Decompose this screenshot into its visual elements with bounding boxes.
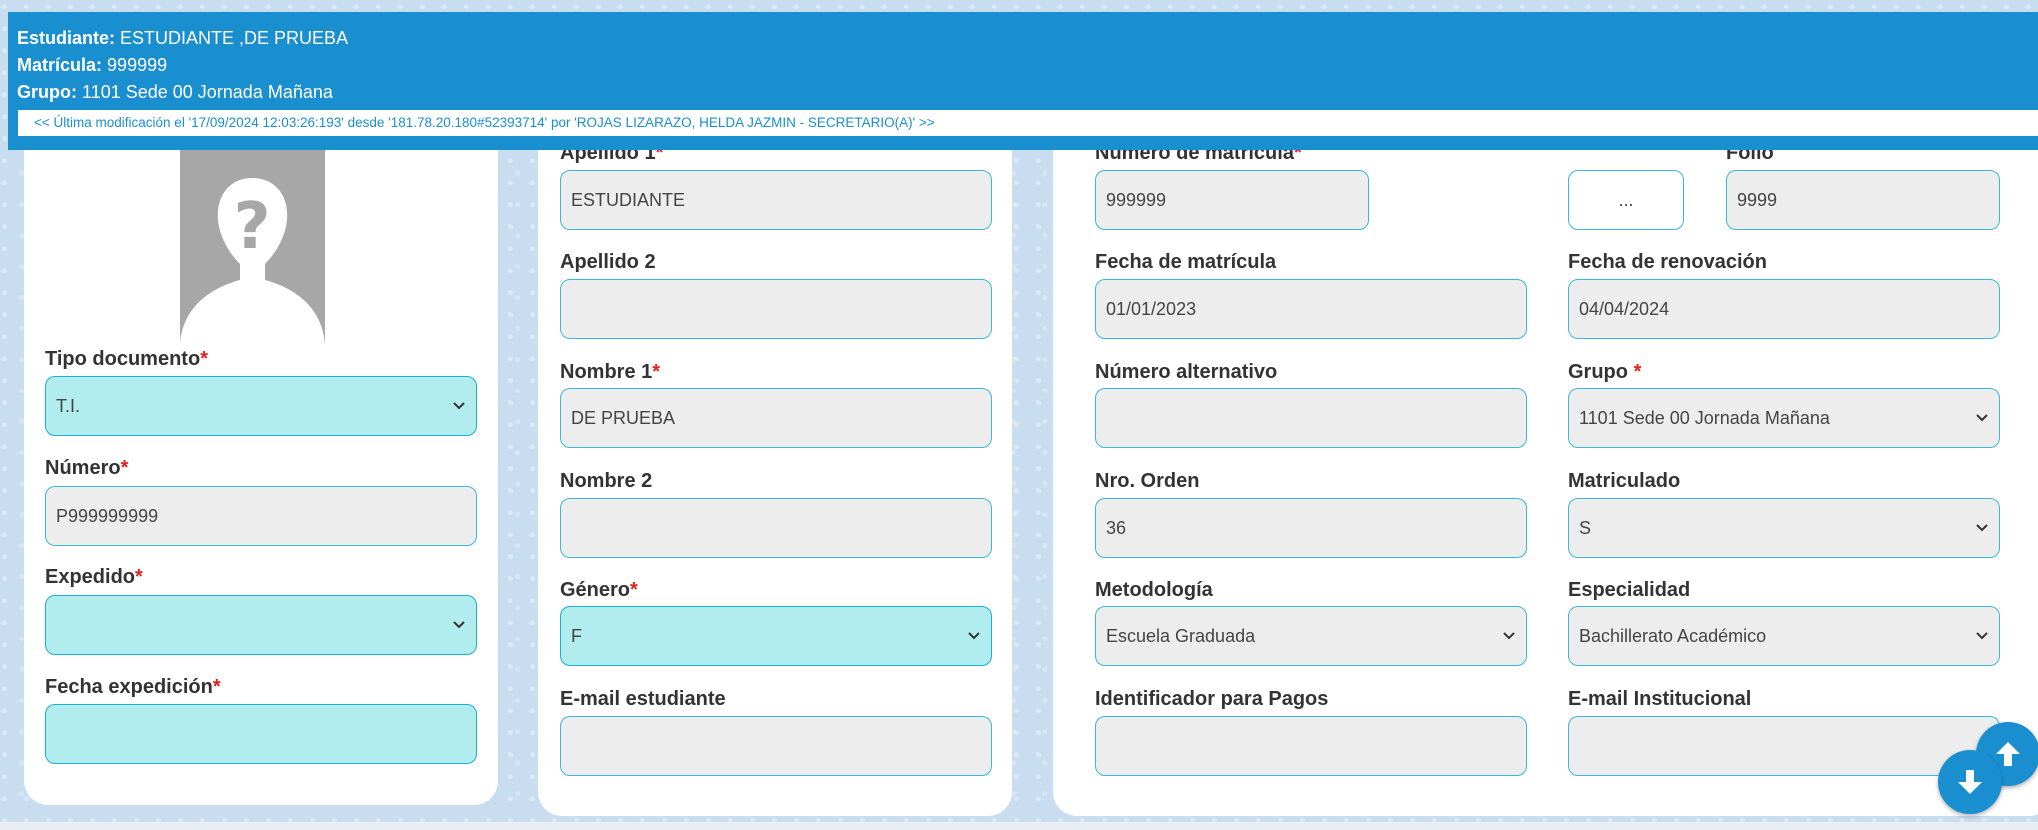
chevron-down-icon bbox=[1975, 607, 1989, 665]
svg-text:?: ? bbox=[233, 190, 270, 264]
especialidad-label: Especialidad bbox=[1568, 579, 1691, 601]
identificador-pagos-input[interactable] bbox=[1095, 716, 1527, 776]
grupo-label: Grupo * bbox=[1568, 361, 1642, 383]
nombre1-label: Nombre 1* bbox=[560, 361, 661, 383]
matriculado-select[interactable]: S bbox=[1568, 498, 2000, 558]
nro-orden-input[interactable]: 36 bbox=[1095, 498, 1527, 558]
numero-alternativo-label: Número alternativo bbox=[1095, 361, 1278, 383]
chevron-down-icon bbox=[967, 607, 981, 665]
last-modification-text: << Última modificación el '17/09/2024 12… bbox=[18, 110, 2038, 136]
numero-matricula-input[interactable]: 999999 bbox=[1095, 170, 1369, 230]
especialidad-select[interactable]: Bachillerato Académico bbox=[1568, 606, 2000, 666]
fecha-expedicion-label: Fecha expedición* bbox=[45, 676, 221, 698]
fecha-matricula-input[interactable]: 01/01/2023 bbox=[1095, 279, 1527, 339]
fecha-renovacion-label: Fecha de renovación bbox=[1568, 251, 1767, 273]
email-institucional-input[interactable] bbox=[1568, 716, 2000, 776]
student-line: Estudiante: ESTUDIANTE ,DE PRUEBA bbox=[17, 28, 349, 48]
genero-select[interactable]: F bbox=[560, 606, 992, 666]
folio-input[interactable]: 9999 bbox=[1726, 170, 2000, 230]
numero-label: Número* bbox=[45, 457, 129, 479]
arrow-down-icon bbox=[1958, 770, 1982, 794]
email-estudiante-input[interactable] bbox=[560, 716, 992, 776]
scroll-down-button[interactable] bbox=[1938, 750, 2002, 814]
matricula-line: Matrícula: 999999 bbox=[17, 55, 168, 75]
grupo-line: Grupo: 1101 Sede 00 Jornada Mañana bbox=[17, 82, 333, 102]
metodologia-label: Metodología bbox=[1095, 579, 1213, 601]
apellido2-label: Apellido 2 bbox=[560, 251, 656, 273]
unknown-person-icon: ? bbox=[180, 178, 325, 345]
student-header: Estudiante: ESTUDIANTE ,DE PRUEBA Matríc… bbox=[8, 12, 2038, 150]
folio-lookup-button[interactable]: ... bbox=[1568, 170, 1684, 230]
apellido2-input[interactable] bbox=[560, 279, 992, 339]
bottom-toolbar bbox=[0, 822, 2038, 830]
email-institucional-label: E-mail Institucional bbox=[1568, 688, 1752, 710]
nombre2-label: Nombre 2 bbox=[560, 470, 653, 492]
tipo-documento-select[interactable]: T.I. bbox=[45, 376, 477, 436]
tipo-documento-label: Tipo documento* bbox=[45, 348, 208, 370]
chevron-down-icon bbox=[452, 377, 466, 435]
nombre1-input[interactable]: DE PRUEBA bbox=[560, 388, 992, 448]
nombre2-input[interactable] bbox=[560, 498, 992, 558]
fecha-matricula-label: Fecha de matrícula bbox=[1095, 251, 1277, 273]
numero-input[interactable]: P999999999 bbox=[45, 486, 477, 546]
grupo-select[interactable]: 1101 Sede 00 Jornada Mañana bbox=[1568, 388, 2000, 448]
chevron-down-icon bbox=[1975, 389, 1989, 447]
genero-label: Género* bbox=[560, 579, 638, 601]
email-estudiante-label: E-mail estudiante bbox=[560, 688, 726, 710]
apellido1-input[interactable]: ESTUDIANTE bbox=[560, 170, 992, 230]
numero-alternativo-input[interactable] bbox=[1095, 388, 1527, 448]
enrollment-card bbox=[1053, 130, 2038, 816]
chevron-down-icon bbox=[452, 596, 466, 654]
expedido-select[interactable] bbox=[45, 595, 477, 655]
fecha-expedicion-input[interactable] bbox=[45, 704, 477, 764]
metodologia-select[interactable]: Escuela Graduada bbox=[1095, 606, 1527, 666]
matriculado-label: Matriculado bbox=[1568, 470, 1681, 492]
fecha-renovacion-input[interactable]: 04/04/2024 bbox=[1568, 279, 2000, 339]
identificador-pagos-label: Identificador para Pagos bbox=[1095, 688, 1329, 710]
student-photo[interactable]: ? bbox=[180, 148, 325, 345]
chevron-down-icon bbox=[1502, 607, 1516, 665]
nro-orden-label: Nro. Orden bbox=[1095, 470, 1200, 492]
expedido-label: Expedido* bbox=[45, 566, 143, 588]
chevron-down-icon bbox=[1975, 499, 1989, 557]
